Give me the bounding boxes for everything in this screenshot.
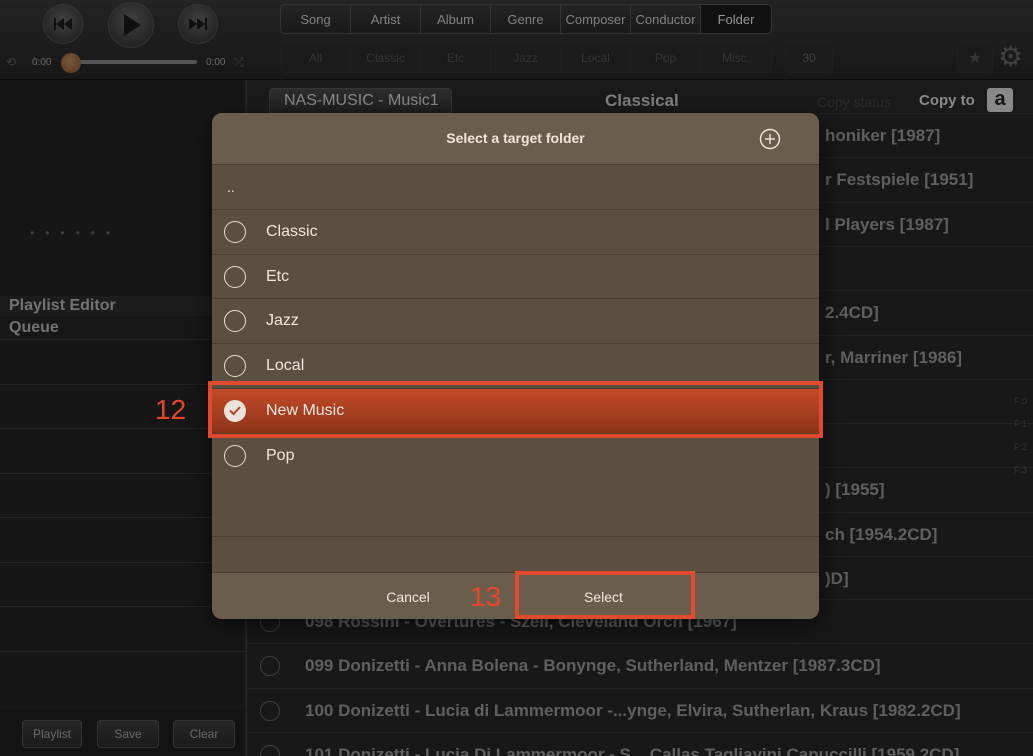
- folder-list-spacer: [212, 536, 819, 572]
- folder-label: Pop: [266, 446, 295, 464]
- folder-row-jazz[interactable]: Jazz: [212, 298, 819, 343]
- folder-row-etc[interactable]: Etc: [212, 253, 819, 299]
- radio-icon[interactable]: [224, 221, 246, 243]
- callout-number-13: 13: [470, 581, 502, 612]
- parent-folder-label: ..: [227, 179, 235, 195]
- folder-label: Local: [266, 357, 305, 375]
- folder-label: Jazz: [266, 312, 299, 330]
- add-folder-icon[interactable]: [759, 128, 781, 150]
- callout-number-12: 12: [155, 394, 187, 425]
- folder-row-classic[interactable]: Classic: [212, 209, 819, 254]
- dialog-title: Select a target folder: [446, 130, 585, 146]
- radio-icon[interactable]: [224, 355, 246, 378]
- dialog-header: Select a target folder: [212, 113, 819, 164]
- radio-icon[interactable]: [224, 310, 246, 333]
- parent-folder-row[interactable]: ..: [212, 164, 819, 209]
- radio-icon[interactable]: [224, 444, 246, 467]
- callout-box-new-music: [208, 381, 823, 438]
- folder-label: Etc: [266, 267, 290, 285]
- callout-box-select: [515, 571, 695, 619]
- folder-label: Classic: [266, 223, 318, 240]
- radio-icon[interactable]: [224, 265, 246, 288]
- select-folder-dialog: Select a target folder .. Classic Etc Jazz…: [212, 113, 819, 619]
